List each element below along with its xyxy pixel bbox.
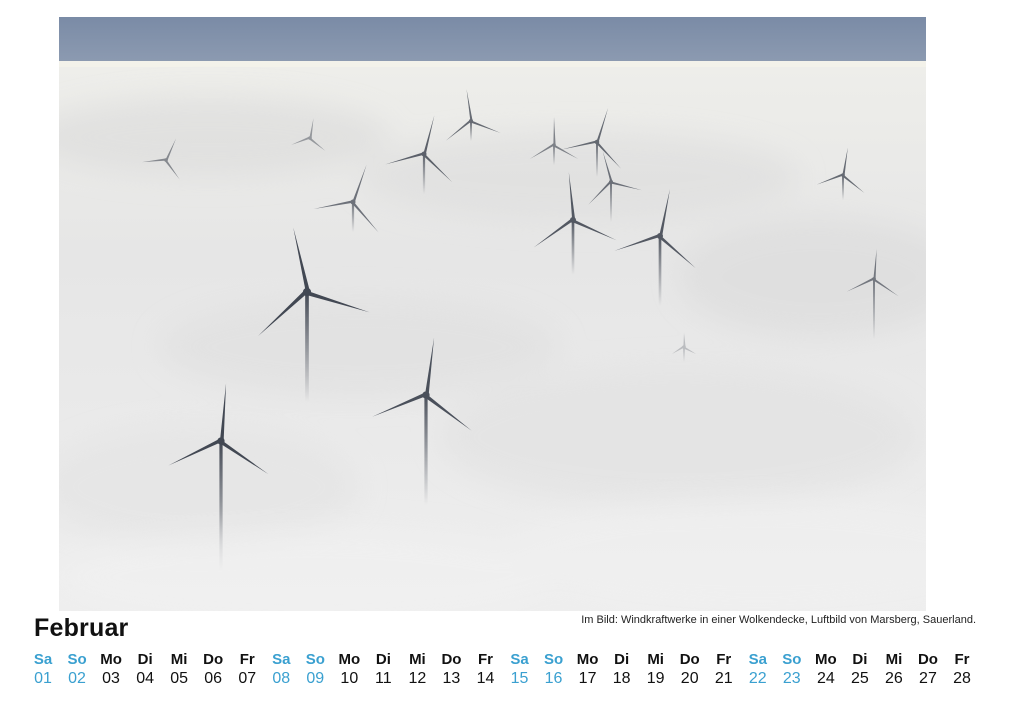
photo-caption: Im Bild: Windkraftwerke in einer Wolkend… [581,614,976,626]
day-number: 28 [953,670,971,687]
calendar-photo [59,17,926,611]
month-title: Februar [34,614,129,642]
weekday-label: Fr [954,651,970,668]
day-cell: Fr 28 [942,651,982,688]
wind-turbines-in-fog-image [59,17,926,611]
